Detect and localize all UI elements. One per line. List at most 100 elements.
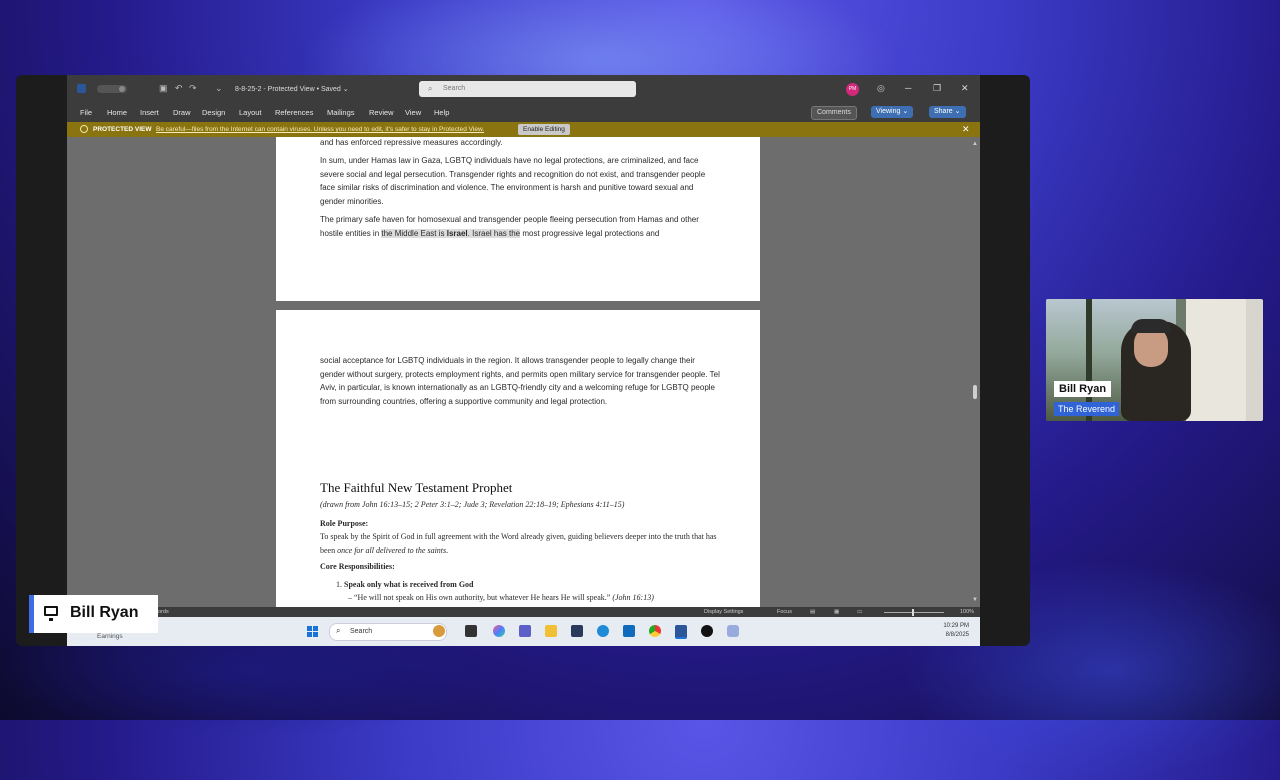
restore-icon[interactable]: ❐ xyxy=(933,83,941,94)
tab-home[interactable]: Home xyxy=(107,108,127,117)
tab-file[interactable]: File xyxy=(80,108,92,117)
chrome-icon[interactable] xyxy=(649,625,661,637)
participant-hat xyxy=(1131,319,1171,333)
role-text: To speak by the Spirit of God in full ag… xyxy=(320,530,720,557)
share-button[interactable]: Share ⌄ xyxy=(929,106,966,118)
system-clock[interactable]: 10:29 PM 8/8/2025 xyxy=(937,622,969,640)
save-icon[interactable]: ▣ xyxy=(159,83,168,94)
document-page: and has enforced repressive measures acc… xyxy=(276,137,760,301)
widget-cat-icon[interactable] xyxy=(433,625,445,637)
paragraph: social acceptance for LGBTQ individuals … xyxy=(320,356,720,406)
monitor-icon xyxy=(44,606,58,621)
presenter-label: Bill Ryan xyxy=(29,595,158,633)
tab-insert[interactable]: Insert xyxy=(140,108,159,117)
copilot-icon[interactable] xyxy=(493,625,505,637)
word-taskbar-icon[interactable] xyxy=(675,625,687,639)
protected-view-label: PROTECTED VIEW xyxy=(93,126,152,133)
document-page: social acceptance for LGBTQ individuals … xyxy=(276,310,760,607)
close-icon[interactable]: ✕ xyxy=(962,124,970,135)
tab-help[interactable]: Help xyxy=(434,108,449,117)
scrollbar-thumb[interactable] xyxy=(973,385,977,399)
text-run-italic: once for all delivered to the saints xyxy=(337,545,447,555)
search-icon: ⌕ xyxy=(336,626,341,635)
info-icon xyxy=(80,125,88,133)
windows-start-icon[interactable] xyxy=(307,626,319,638)
section-heading: The Faithful New Testament Prophet xyxy=(320,480,513,495)
search-box[interactable]: ⌕ Search xyxy=(419,81,636,97)
quote-text: – “He will not speak on His own authorit… xyxy=(348,593,611,602)
mail-icon[interactable] xyxy=(623,625,635,637)
zoom-slider[interactable] xyxy=(884,609,944,616)
teams-icon[interactable] xyxy=(519,625,531,637)
tab-review[interactable]: Review xyxy=(369,108,394,117)
edge-icon[interactable] xyxy=(597,625,609,637)
role-label: Role Purpose: xyxy=(320,519,369,528)
paragraph: and has enforced repressive measures acc… xyxy=(320,138,503,147)
tab-mailings[interactable]: Mailings xyxy=(327,108,355,117)
avatar[interactable]: PM xyxy=(846,83,859,96)
web-layout-icon[interactable]: ▭ xyxy=(857,609,862,615)
enable-editing-button[interactable]: Enable Editing xyxy=(518,124,570,135)
customize-toolbar-icon[interactable]: ⌄ xyxy=(215,83,223,94)
clock-time: 10:29 PM xyxy=(943,623,969,629)
subtitle: (drawn from John 16:13–15; 2 Peter 3:1–2… xyxy=(320,500,625,509)
redo-icon[interactable]: ↷ xyxy=(189,83,197,94)
media-player-icon[interactable] xyxy=(701,625,713,637)
autosave-toggle[interactable] xyxy=(97,85,127,93)
list-item-quote: – “He will not speak on His own authorit… xyxy=(348,591,748,605)
status-bar: Words Display Settings Focus ▤ ▦ ▭ 100% xyxy=(67,607,980,617)
participant-face xyxy=(1134,327,1168,367)
taskbar-search[interactable]: ⌕ Search xyxy=(329,623,447,641)
read-mode-icon[interactable]: ▤ xyxy=(810,609,815,615)
earnings-widget[interactable]: Earnings xyxy=(97,633,123,640)
word-logo-icon xyxy=(77,84,86,93)
close-icon[interactable]: ✕ xyxy=(961,83,969,94)
participant-role: The Reverend xyxy=(1054,402,1120,416)
protected-view-message[interactable]: Be careful—files from the Internet can c… xyxy=(156,126,484,133)
list-item: 1. Speak only what is received from God xyxy=(336,578,736,592)
display-settings-button[interactable]: Display Settings xyxy=(704,609,743,615)
paragraph: The primary safe haven for homosexual an… xyxy=(320,213,720,240)
document-area[interactable]: and has enforced repressive measures acc… xyxy=(67,137,980,607)
word-title-bar: ▣ ↶ ↷ ⌄ 8-8-25-2 - Protected View • Save… xyxy=(67,75,980,103)
tab-view[interactable]: View xyxy=(405,108,421,117)
minimize-icon[interactable]: ─ xyxy=(905,83,911,93)
selected-text: . Israel has the xyxy=(467,228,521,238)
ribbon-menu: File Home Insert Draw Design Layout Refe… xyxy=(67,103,980,122)
taskbar-search-placeholder: Search xyxy=(350,628,373,635)
core-label: Core Responsibilities: xyxy=(320,562,395,571)
document-title[interactable]: 8-8-25-2 - Protected View • Saved ⌄ xyxy=(235,85,349,93)
scroll-up-icon[interactable]: ▲ xyxy=(972,141,978,147)
tab-draw[interactable]: Draw xyxy=(173,108,191,117)
selected-text-bold: Israel xyxy=(446,228,468,238)
scroll-down-icon[interactable]: ▼ xyxy=(972,597,978,603)
viewing-mode-button[interactable]: Viewing ⌄ xyxy=(871,106,914,118)
undo-icon[interactable]: ↶ xyxy=(175,83,183,94)
print-layout-icon[interactable]: ▦ xyxy=(834,609,839,615)
lightbulb-icon[interactable]: ◎ xyxy=(877,83,885,94)
vertical-scrollbar[interactable]: ▲ ▼ xyxy=(970,137,980,607)
presenter-name: Bill Ryan xyxy=(70,604,139,621)
door xyxy=(1186,299,1246,421)
selected-text: the Middle East is xyxy=(381,228,447,238)
tab-layout[interactable]: Layout xyxy=(239,108,262,117)
shared-screen: ▣ ↶ ↷ ⌄ 8-8-25-2 - Protected View • Save… xyxy=(67,75,980,646)
paragraph: In sum, under Hamas law in Gaza, LGBTQ i… xyxy=(320,156,706,206)
webcam-tile: Bill Ryan The Reverend xyxy=(1046,299,1263,421)
tab-references[interactable]: References xyxy=(275,108,313,117)
participant-name: Bill Ryan xyxy=(1054,381,1112,397)
tab-design[interactable]: Design xyxy=(202,108,225,117)
comments-button[interactable]: Comments xyxy=(811,106,857,120)
search-placeholder: Search xyxy=(443,85,466,92)
zoom-level[interactable]: 100% xyxy=(960,609,974,615)
task-view-icon[interactable] xyxy=(465,625,477,637)
app-icon[interactable] xyxy=(727,625,739,637)
focus-button[interactable]: Focus xyxy=(777,609,792,615)
clock-date: 8/8/2025 xyxy=(945,632,969,638)
store-icon[interactable] xyxy=(571,625,583,637)
list-item-title: Speak only what is received from God xyxy=(344,580,474,589)
quote-reference: (John 16:13) xyxy=(612,593,654,602)
windows-taskbar: Earnings ⌕ Search 10:29 PM 8/8/2025 xyxy=(67,617,980,646)
file-explorer-icon[interactable] xyxy=(545,625,557,637)
text-run: most progressive legal protections and xyxy=(520,228,660,238)
